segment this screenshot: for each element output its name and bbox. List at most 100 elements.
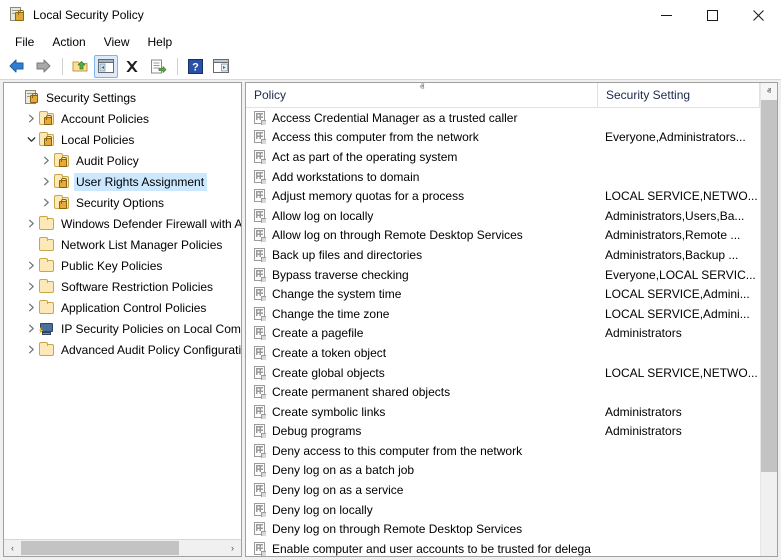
chevron-right-icon[interactable] xyxy=(38,171,54,192)
menu-action[interactable]: Action xyxy=(43,32,94,52)
close-button[interactable] xyxy=(735,0,781,30)
tree-item-account-policies[interactable]: Account Policies xyxy=(4,108,241,129)
chevron-right-icon[interactable] xyxy=(23,297,39,318)
security-setting-cell: Administrators xyxy=(598,424,760,438)
show-hide-console-tree-button[interactable] xyxy=(94,55,118,78)
table-row[interactable]: Deny log on as a batch job xyxy=(246,461,760,481)
table-row[interactable]: Deny log on locally xyxy=(246,500,760,520)
table-row[interactable]: Access Credential Manager as a trusted c… xyxy=(246,108,760,128)
tree-hscroll-thumb[interactable] xyxy=(21,541,179,555)
policy-list-area: Policy ⱏ Security Setting Access Credent… xyxy=(246,83,777,556)
console-tree[interactable]: Security SettingsAccount Policies Local P… xyxy=(4,83,241,539)
list-vertical-scrollbar[interactable]: ⱏ xyxy=(760,83,777,556)
policy-cell: Deny log on through Remote Desktop Servi… xyxy=(246,522,598,536)
help-button[interactable]: ? xyxy=(183,55,207,78)
table-row[interactable]: Debug programsAdministrators xyxy=(246,422,760,442)
chevron-right-icon[interactable] xyxy=(23,213,39,234)
security-setting-cell: Administrators,Users,Ba... xyxy=(598,209,760,223)
table-row[interactable]: Adjust memory quotas for a processLOCAL … xyxy=(246,186,760,206)
scroll-up-arrow-icon[interactable]: ⱏ xyxy=(761,83,777,100)
policy-name: Create symbolic links xyxy=(272,405,385,419)
list-vscroll-thumb[interactable] xyxy=(761,100,777,472)
column-header-policy[interactable]: Policy ⱏ xyxy=(246,83,598,107)
policy-rows[interactable]: Access Credential Manager as a trusted c… xyxy=(246,108,760,556)
tree-item-advanced-audit-policy-configuration[interactable]: Advanced Audit Policy Configuration xyxy=(4,339,241,360)
back-button[interactable] xyxy=(5,55,29,78)
table-row[interactable]: Create a pagefileAdministrators xyxy=(246,324,760,344)
policy-cell: Add workstations to domain xyxy=(246,170,598,184)
policy-name: Allow log on locally xyxy=(272,209,373,223)
table-row[interactable]: Create permanent shared objects xyxy=(246,382,760,402)
table-row[interactable]: Create global objectsLOCAL SERVICE,NETWO… xyxy=(246,363,760,383)
tree-item-public-key-policies[interactable]: Public Key Policies xyxy=(4,255,241,276)
chevron-right-icon[interactable] xyxy=(38,192,54,213)
security-setting-cell: Administrators xyxy=(598,405,760,419)
table-row[interactable]: Act as part of the operating system xyxy=(246,147,760,167)
tree-item-security-options[interactable]: Security Options xyxy=(4,192,241,213)
table-row[interactable]: Change the system timeLOCAL SERVICE,Admi… xyxy=(246,284,760,304)
chevron-right-icon[interactable] xyxy=(23,318,39,339)
table-row[interactable]: Deny log on as a service xyxy=(246,480,760,500)
local-security-policy-window: Local Security Policy File Action View H… xyxy=(0,0,781,560)
folder-icon xyxy=(39,300,55,316)
tree-item-network-list-manager-policies[interactable]: Network List Manager Policies xyxy=(4,234,241,255)
tree-item-label: Local Policies xyxy=(59,131,137,149)
menu-help[interactable]: Help xyxy=(139,32,182,52)
column-header-security-setting-label: Security Setting xyxy=(606,88,690,102)
toolbar: ? xyxy=(0,53,781,80)
properties-button[interactable] xyxy=(209,55,233,78)
export-list-button[interactable] xyxy=(146,55,170,78)
policy-item-icon xyxy=(253,268,267,282)
tree-item-software-restriction-policies[interactable]: Software Restriction Policies xyxy=(4,276,241,297)
policy-item-icon xyxy=(253,287,267,301)
maximize-button[interactable] xyxy=(689,0,735,30)
tree-item-label: Application Control Policies xyxy=(59,299,209,317)
table-row[interactable]: Enable computer and user accounts to be … xyxy=(246,539,760,556)
table-row[interactable]: Add workstations to domain xyxy=(246,167,760,187)
scroll-right-arrow-icon[interactable]: › xyxy=(224,540,241,556)
tree-hscroll-track[interactable] xyxy=(21,540,224,556)
table-row[interactable]: Create symbolic links Administrators xyxy=(246,402,760,422)
table-row[interactable]: Deny log on through Remote Desktop Servi… xyxy=(246,519,760,539)
tree-item-audit-policy[interactable]: Audit Policy xyxy=(4,150,241,171)
chevron-down-icon[interactable] xyxy=(23,129,39,150)
policy-item-icon xyxy=(253,130,267,144)
tree-item-ip-security-policies-on-local-compute[interactable]: IP Security Policies on Local Compute xyxy=(4,318,241,339)
menu-view[interactable]: View xyxy=(95,32,139,52)
up-one-level-button[interactable] xyxy=(68,55,92,78)
policy-item-icon xyxy=(253,307,267,321)
tree-horizontal-scrollbar[interactable]: ‹ › xyxy=(4,539,241,556)
policy-item-icon xyxy=(253,385,267,399)
policy-name: Create a pagefile xyxy=(272,326,363,340)
sort-ascending-icon: ⱏ xyxy=(416,84,428,92)
table-row[interactable]: Change the time zoneLOCAL SERVICE,Admini… xyxy=(246,304,760,324)
policy-cell: Enable computer and user accounts to be … xyxy=(246,542,598,556)
chevron-right-icon[interactable] xyxy=(23,255,39,276)
scroll-left-arrow-icon[interactable]: ‹ xyxy=(4,540,21,556)
menu-file[interactable]: File xyxy=(6,32,43,52)
security-settings-icon xyxy=(24,90,40,106)
tree-item-security-settings[interactable]: Security Settings xyxy=(4,87,241,108)
tree-item-local-policies[interactable]: Local Policies xyxy=(4,129,241,150)
table-row[interactable]: Bypass traverse checkingEveryone,LOCAL S… xyxy=(246,265,760,285)
tree-item-windows-defender-firewall-with-adva[interactable]: Windows Defender Firewall with Adva xyxy=(4,213,241,234)
chevron-right-icon[interactable] xyxy=(23,108,39,129)
table-row[interactable]: Create a token object xyxy=(246,343,760,363)
table-row[interactable]: Allow log on locally Administrators,Users… xyxy=(246,206,760,226)
tree-item-application-control-policies[interactable]: Application Control Policies xyxy=(4,297,241,318)
forward-button[interactable] xyxy=(31,55,55,78)
table-row[interactable]: Access this computer from the networkEve… xyxy=(246,128,760,148)
minimize-button[interactable] xyxy=(643,0,689,30)
column-header-security-setting[interactable]: Security Setting xyxy=(598,83,760,107)
tree-item-user-rights-assignment[interactable]: User Rights Assignment xyxy=(4,171,241,192)
list-vscroll-track[interactable] xyxy=(761,100,777,556)
table-row[interactable]: Deny access to this computer from the ne… xyxy=(246,441,760,461)
policy-cell: Act as part of the operating system xyxy=(246,150,598,164)
table-row[interactable]: Allow log on through Remote Desktop Serv… xyxy=(246,226,760,246)
folder-icon xyxy=(39,216,55,232)
delete-button[interactable] xyxy=(120,55,144,78)
chevron-right-icon[interactable] xyxy=(38,150,54,171)
chevron-right-icon[interactable] xyxy=(23,276,39,297)
chevron-right-icon[interactable] xyxy=(23,339,39,360)
table-row[interactable]: Back up files and directoriesAdministrat… xyxy=(246,245,760,265)
